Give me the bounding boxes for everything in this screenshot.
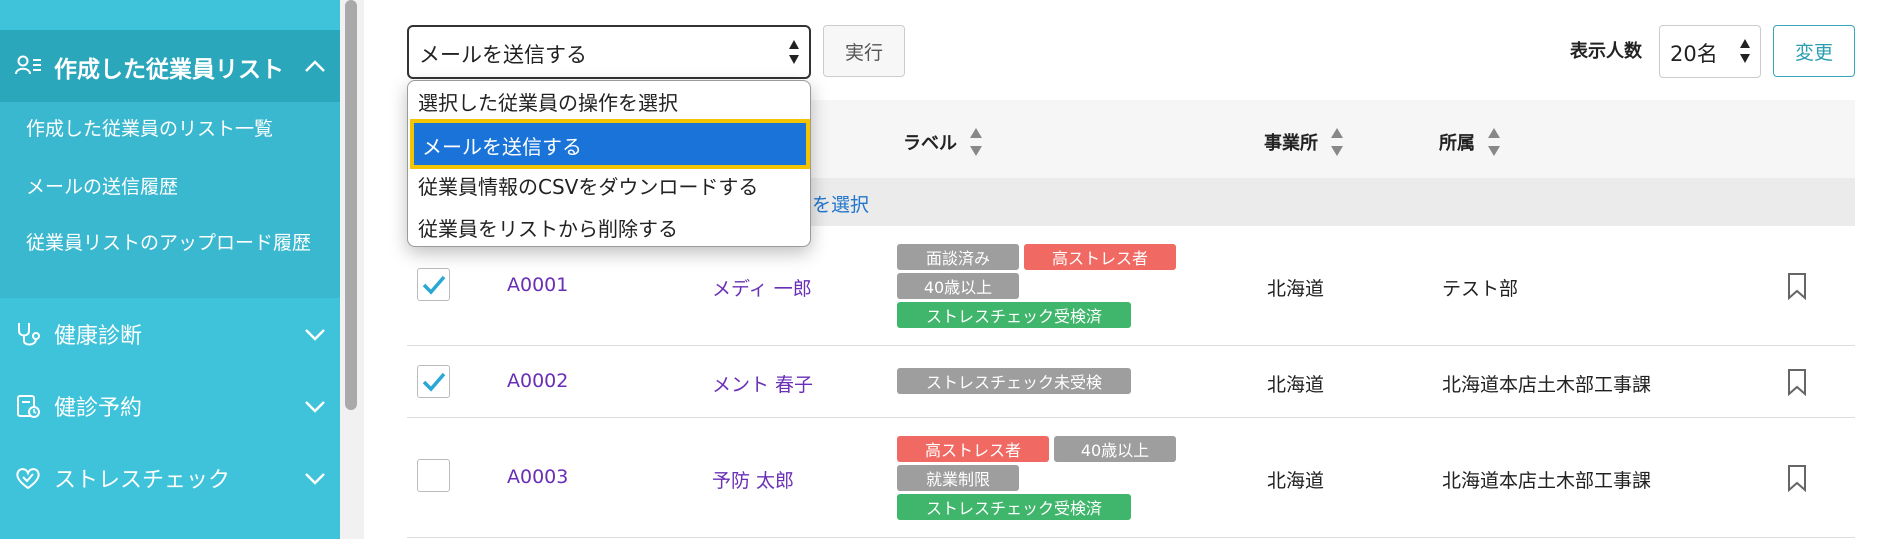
- department-cell: 北海道本店土木部工事課: [1442, 374, 1652, 396]
- sidebar-section-health-checkup[interactable]: 健康診断: [0, 298, 340, 370]
- select-arrows-icon: [1740, 39, 1750, 63]
- row-checkbox[interactable]: [417, 365, 450, 398]
- heart-check-icon: [16, 468, 40, 490]
- label-tag: 40歳以上: [897, 273, 1019, 299]
- column-header-text: 事業所: [1264, 133, 1318, 154]
- chevron-up-icon: [305, 60, 325, 72]
- label-tag: ストレスチェック受検済: [897, 302, 1131, 328]
- sidebar-section-label: 健康診断: [54, 324, 143, 349]
- action-select[interactable]: メールを送信する: [407, 25, 811, 79]
- sidebar-subitem-mail-history[interactable]: メールの送信履歴: [26, 174, 178, 200]
- label-tag: ストレスチェック未受検: [897, 368, 1131, 394]
- office-cell: 北海道: [1267, 470, 1325, 492]
- dropdown-option[interactable]: 選択した従業員の操作を選択: [418, 87, 678, 116]
- row-checkbox[interactable]: [417, 459, 450, 492]
- dropdown-option[interactable]: 従業員をリストから削除する: [418, 213, 678, 242]
- label-tag: 就業制限: [897, 465, 1019, 491]
- bookmark-icon[interactable]: [1787, 368, 1807, 396]
- department-cell: 北海道本店土木部工事課: [1442, 470, 1652, 492]
- action-select-value: メールを送信する: [419, 43, 587, 67]
- employee-id-link[interactable]: A0001: [507, 274, 568, 296]
- column-header-text: 所属: [1439, 133, 1475, 154]
- label-tag: 高ストレス者: [1024, 244, 1176, 270]
- sort-icon: [1488, 128, 1500, 156]
- column-header-label[interactable]: ラベル: [903, 124, 983, 160]
- select-all-link[interactable]: を選択: [812, 190, 869, 217]
- sidebar-item-partial[interactable]: [0, 0, 340, 18]
- employee-name-link[interactable]: 予防 太郎: [712, 466, 794, 493]
- column-header-office[interactable]: 事業所: [1264, 124, 1344, 160]
- sidebar-subitem-upload-history[interactable]: 従業員リストのアップロード履歴: [26, 230, 316, 256]
- label-tags: ストレスチェック未受検: [897, 368, 1197, 396]
- scrollbar-thumb[interactable]: [345, 0, 357, 410]
- sidebar-section-label: 健診予約: [54, 396, 143, 421]
- select-arrows-icon: [789, 40, 799, 64]
- table-row: A0003 予防 太郎 高ストレス者 40歳以上 就業制限 ストレスチェック受検…: [407, 418, 1855, 538]
- sidebar-subitem-list[interactable]: 作成した従業員のリスト一覧: [26, 116, 273, 142]
- table-row: A0002 メント 春子 ストレスチェック未受検 北海道 北海道本店土木部工事課: [407, 346, 1855, 418]
- label-tags: 高ストレス者 40歳以上 就業制限 ストレスチェック受検済: [897, 436, 1197, 526]
- label-tag: 面談済み: [897, 244, 1019, 270]
- department-cell: テスト部: [1442, 278, 1519, 300]
- run-button[interactable]: 実行: [823, 25, 905, 77]
- column-header-department[interactable]: 所属: [1439, 124, 1501, 160]
- employee-id-link[interactable]: A0002: [507, 370, 568, 392]
- label-tag: 40歳以上: [1054, 436, 1176, 462]
- sidebar-section-checkup-reservation[interactable]: 健診予約: [0, 370, 340, 442]
- sort-icon: [970, 128, 982, 156]
- chevron-down-icon: [305, 473, 325, 485]
- sidebar-section-stress-check[interactable]: ストレスチェック: [0, 442, 340, 514]
- label-tag: 高ストレス者: [897, 436, 1049, 462]
- display-count-select[interactable]: 20名: [1659, 25, 1761, 78]
- column-header-text: ラベル: [903, 133, 957, 154]
- employee-id-link[interactable]: A0003: [507, 466, 568, 488]
- display-count-value: 20名: [1670, 42, 1718, 66]
- chevron-down-icon: [305, 401, 325, 413]
- checkmark-icon: [422, 275, 446, 295]
- bookmark-icon[interactable]: [1787, 272, 1807, 300]
- dropdown-option[interactable]: 従業員情報のCSVをダウンロードする: [418, 171, 758, 200]
- action-dropdown-list: 選択した従業員の操作を選択 メールを送信する 従業員情報のCSVをダウンロードす…: [407, 80, 811, 247]
- label-tags: 面談済み 高ストレス者 40歳以上 ストレスチェック受検済: [897, 244, 1197, 334]
- row-checkbox[interactable]: [417, 268, 450, 301]
- user-list-icon: [15, 55, 41, 75]
- change-button[interactable]: 変更: [1773, 25, 1855, 77]
- bookmark-icon[interactable]: [1787, 464, 1807, 492]
- sidebar-section-label: 作成した従業員リスト: [54, 57, 284, 83]
- chevron-down-icon: [305, 329, 325, 341]
- checkmark-icon: [422, 372, 446, 392]
- stethoscope-icon: [18, 323, 40, 346]
- clipboard-calendar-icon: [17, 395, 40, 418]
- employee-name-link[interactable]: メディ 一郎: [712, 274, 812, 301]
- label-tag: ストレスチェック受検済: [897, 494, 1131, 520]
- display-count-label: 表示人数: [1570, 41, 1642, 62]
- sidebar-section-label: ストレスチェック: [54, 468, 231, 493]
- dropdown-option-label: メールを送信する: [422, 135, 582, 159]
- sidebar-submenu: 作成した従業員のリスト一覧 メールの送信履歴 従業員リストのアップロード履歴: [0, 102, 340, 298]
- employee-name-link[interactable]: メント 春子: [712, 370, 813, 397]
- sidebar: 作成した従業員リスト 作成した従業員のリスト一覧 メールの送信履歴 従業員リスト…: [0, 0, 340, 539]
- office-cell: 北海道: [1267, 278, 1325, 300]
- sidebar-section-employee-list[interactable]: 作成した従業員リスト: [0, 30, 340, 102]
- office-cell: 北海道: [1267, 374, 1325, 396]
- dropdown-option-selected[interactable]: メールを送信する: [410, 119, 810, 169]
- sort-icon: [1331, 128, 1343, 156]
